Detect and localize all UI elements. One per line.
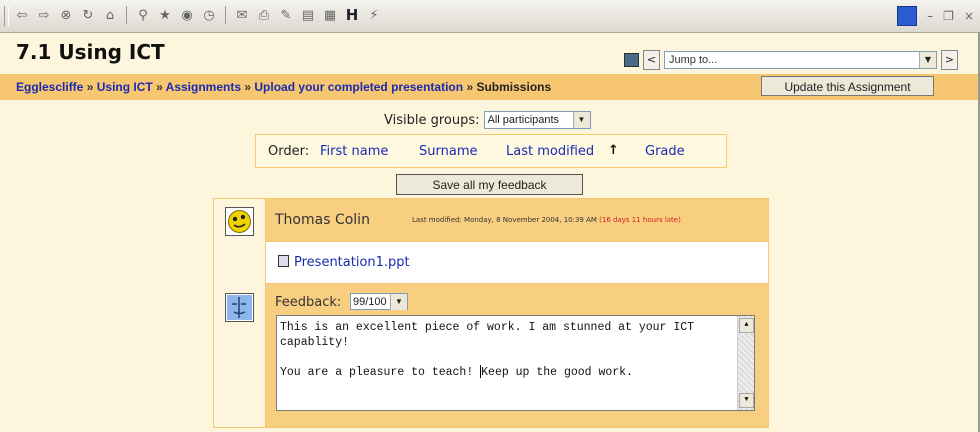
browser-toolbar: ⇦ ⇨ ⊗ ↻ ⌂ ⚲ ★ ◉ ◷ ✉ ⎙ ✎ ▤ ▦ H ⚡ – ❐ × bbox=[0, 0, 980, 33]
student-picture-cell bbox=[214, 199, 266, 284]
feedback-line-2b: Keep up the good work. bbox=[481, 366, 633, 379]
feedback-scrollbar[interactable]: ▲ ▼ bbox=[737, 316, 754, 410]
sort-up-icon: ↑ bbox=[608, 143, 619, 158]
order-row: Order: First name Surname Last modified … bbox=[255, 134, 727, 168]
breadcrumb-assignments[interactable]: Assignments bbox=[166, 80, 241, 94]
breadcrumb: Egglescliffe » Using ICT » Assignments »… bbox=[16, 80, 551, 94]
jump-next-button[interactable]: > bbox=[941, 50, 958, 70]
visible-groups-value: All participants bbox=[487, 114, 560, 126]
chevron-down-icon[interactable]: ▼ bbox=[919, 52, 936, 68]
mac-finder-icon bbox=[227, 295, 252, 320]
submission-file-link[interactable]: Presentation1.ppt bbox=[294, 255, 410, 270]
order-surname-link[interactable]: Surname bbox=[419, 144, 477, 159]
breadcrumb-separator: » bbox=[244, 80, 252, 94]
toolbar-icons: ⇦ ⇨ ⊗ ↻ ⌂ ⚲ ★ ◉ ◷ ✉ ⎙ ✎ ▤ ▦ H ⚡ bbox=[14, 6, 382, 24]
breadcrumb-course[interactable]: Using ICT bbox=[97, 80, 153, 94]
grade-value: 99/100 bbox=[353, 295, 387, 308]
powerpoint-file-icon bbox=[278, 255, 289, 267]
scroll-up-icon[interactable]: ▲ bbox=[739, 318, 754, 333]
navbar: Egglescliffe » Using ICT » Assignments »… bbox=[0, 74, 978, 100]
print-icon[interactable]: ⎙ bbox=[256, 7, 272, 23]
course-icon bbox=[624, 53, 639, 67]
breadcrumb-separator: » bbox=[466, 80, 474, 94]
discuss-icon[interactable]: ▤ bbox=[300, 7, 316, 23]
home-icon[interactable]: ⌂ bbox=[102, 7, 118, 23]
jump-navigation: < Jump to... ▼ > bbox=[624, 50, 958, 70]
teacher-picture-cell bbox=[214, 284, 266, 427]
late-indicator: (16 days 11 hours late) bbox=[599, 216, 681, 224]
feedback-line-1: This is an excellent piece of work. I am… bbox=[280, 321, 701, 349]
toolbar-separator bbox=[225, 6, 226, 24]
chevron-down-icon[interactable]: ▼ bbox=[390, 293, 407, 310]
student-avatar[interactable] bbox=[225, 207, 254, 236]
smiley-icon bbox=[228, 210, 251, 233]
toolbar-grip[interactable] bbox=[4, 6, 9, 26]
dev-icon[interactable]: ⚡ bbox=[366, 7, 382, 23]
forward-icon[interactable]: ⇨ bbox=[36, 7, 52, 23]
order-label: Order: bbox=[268, 144, 310, 159]
feedback-line-2a: You are a pleasure to teach! bbox=[280, 366, 481, 379]
submission-header-row: Thomas Colin Last modified: Monday, 8 No… bbox=[266, 199, 768, 242]
window-controls: – ❐ × bbox=[897, 6, 974, 26]
minimize-icon[interactable]: – bbox=[927, 9, 933, 23]
edit-icon[interactable]: ✎ bbox=[278, 7, 294, 23]
teacher-avatar[interactable] bbox=[225, 293, 254, 322]
breadcrumb-current: Submissions bbox=[476, 80, 552, 94]
breadcrumb-separator: » bbox=[86, 80, 94, 94]
breadcrumb-site[interactable]: Egglescliffe bbox=[16, 80, 83, 94]
stop-icon[interactable]: ⊗ bbox=[58, 7, 74, 23]
feedback-text: This is an excellent piece of work. I am… bbox=[280, 320, 732, 380]
visible-groups-select[interactable]: All participants ▼ bbox=[483, 111, 591, 129]
last-modified-date: Last modified: Monday, 8 November 2004, … bbox=[412, 216, 597, 224]
update-assignment-button[interactable]: Update this Assignment bbox=[761, 76, 934, 96]
back-icon[interactable]: ⇦ bbox=[14, 7, 30, 23]
feedback-label: Feedback: bbox=[275, 295, 342, 310]
jump-to-select[interactable]: Jump to... ▼ bbox=[664, 51, 937, 69]
order-grade-link[interactable]: Grade bbox=[645, 144, 685, 159]
last-modified-text: Last modified: Monday, 8 November 2004, … bbox=[412, 216, 681, 224]
messenger-icon[interactable]: ▦ bbox=[322, 7, 338, 23]
order-first-name-link[interactable]: First name bbox=[320, 144, 388, 159]
jump-prev-button[interactable]: < bbox=[643, 50, 660, 70]
breadcrumb-separator: » bbox=[156, 80, 163, 94]
grade-select[interactable]: 99/100 ▼ bbox=[350, 293, 408, 310]
visible-groups-row: Visible groups: All participants ▼ bbox=[384, 111, 591, 129]
toolbar-separator bbox=[126, 6, 127, 24]
media-icon[interactable]: ◉ bbox=[179, 7, 195, 23]
page-title: 7.1 Using ICT bbox=[16, 40, 165, 64]
restore-icon[interactable]: ❐ bbox=[943, 9, 954, 23]
student-name: Thomas Colin bbox=[275, 212, 370, 228]
visible-groups-label: Visible groups: bbox=[384, 112, 480, 128]
breadcrumb-assignment[interactable]: Upload your completed presentation bbox=[254, 80, 463, 94]
chevron-down-icon[interactable]: ▼ bbox=[572, 112, 590, 128]
jump-to-value: Jump to... bbox=[669, 54, 718, 66]
submission-table: Thomas Colin Last modified: Monday, 8 No… bbox=[213, 198, 769, 428]
save-all-feedback-button[interactable]: Save all my feedback bbox=[396, 174, 583, 195]
h-icon[interactable]: H bbox=[344, 6, 360, 24]
scroll-down-icon[interactable]: ▼ bbox=[739, 393, 754, 408]
close-icon[interactable]: × bbox=[964, 9, 974, 23]
feedback-textarea[interactable]: This is an excellent piece of work. I am… bbox=[276, 315, 755, 411]
windows-logo-icon bbox=[897, 6, 918, 26]
submission-file-row: Presentation1.ppt bbox=[266, 242, 768, 284]
feedback-row: Feedback: 99/100 ▼ This is an excellent … bbox=[266, 284, 768, 427]
history-icon[interactable]: ◷ bbox=[201, 7, 217, 23]
order-last-modified-link[interactable]: Last modified bbox=[506, 144, 594, 159]
refresh-icon[interactable]: ↻ bbox=[80, 7, 96, 23]
favorites-icon[interactable]: ★ bbox=[157, 7, 173, 23]
search-icon[interactable]: ⚲ bbox=[135, 7, 151, 23]
mail-icon[interactable]: ✉ bbox=[234, 7, 250, 23]
